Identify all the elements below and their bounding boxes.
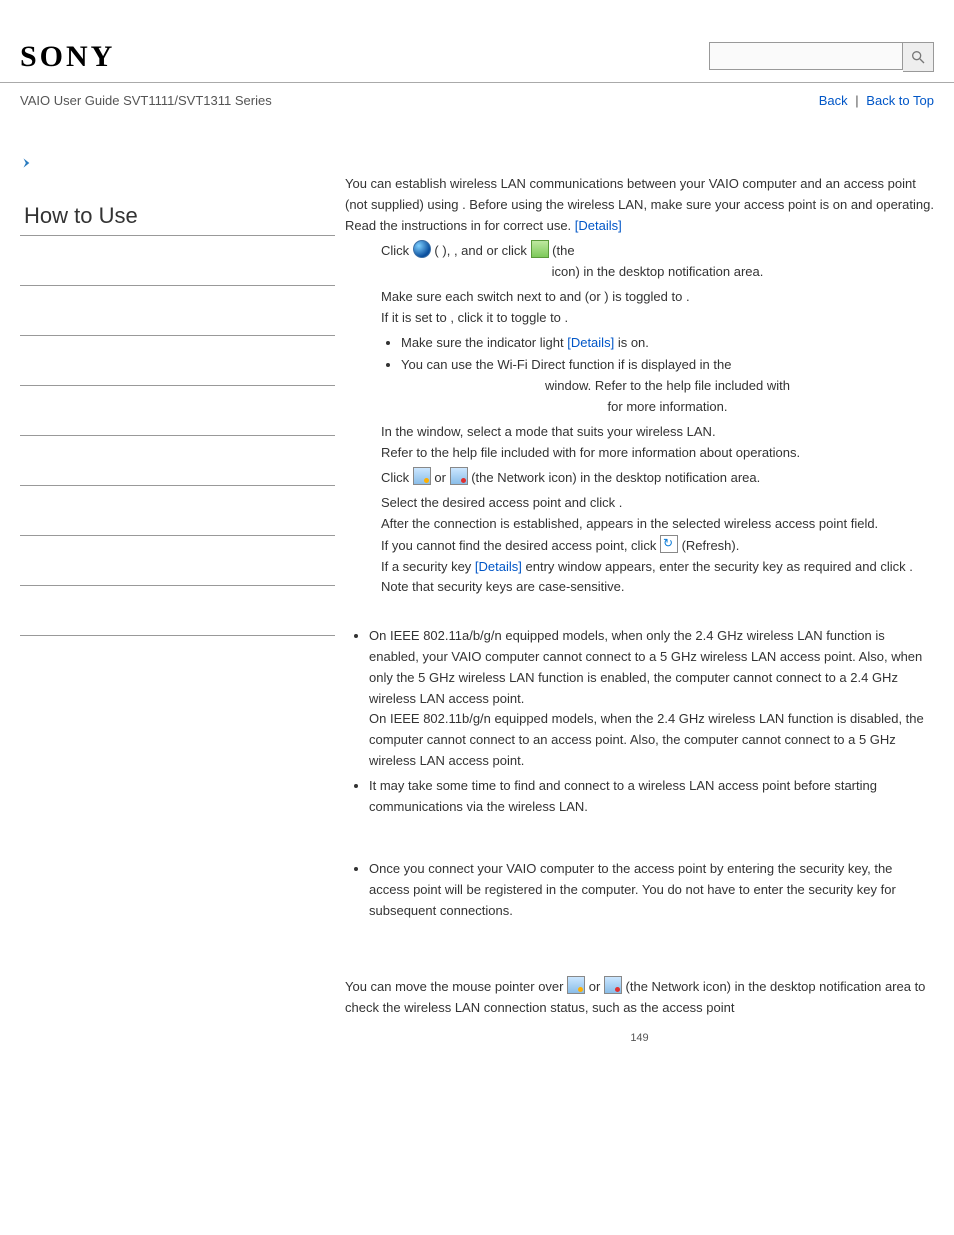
- smartconnect-icon: [531, 240, 549, 258]
- search-icon: [910, 49, 926, 65]
- text: .: [619, 495, 623, 510]
- details-link[interactable]: [Details]: [567, 335, 614, 350]
- details-link[interactable]: [Details]: [475, 559, 522, 574]
- text: appears in the selected wireless access …: [586, 516, 878, 531]
- text: You can move the mouse pointer over: [345, 979, 567, 994]
- text: for correct use.: [484, 218, 574, 233]
- text: Click: [381, 243, 413, 258]
- text: If you cannot find the desired access po…: [381, 538, 660, 553]
- nav-links: Back | Back to Top: [819, 93, 934, 108]
- text: If a security key: [381, 559, 475, 574]
- text: is displayed in the: [628, 357, 731, 372]
- text: (Refresh).: [682, 538, 740, 553]
- main-content: You can establish wireless LAN communica…: [335, 156, 934, 1048]
- sidebar-row[interactable]: [20, 586, 335, 636]
- text: ) is toggled to: [604, 289, 686, 304]
- text: .: [686, 289, 690, 304]
- sidebar-row[interactable]: [20, 536, 335, 586]
- sidebar-row[interactable]: [20, 386, 335, 436]
- text: window, select a mode that suits your wi…: [417, 424, 715, 439]
- sidebar-row[interactable]: [20, 336, 335, 386]
- sidebar-row[interactable]: [20, 486, 335, 536]
- text: Select the desired access point and clic…: [381, 495, 619, 510]
- back-link[interactable]: Back: [819, 93, 848, 108]
- back-to-top-link[interactable]: Back to Top: [866, 93, 934, 108]
- text: window. Refer to the help file included …: [545, 378, 790, 393]
- text: and: [559, 289, 584, 304]
- separator: |: [855, 93, 858, 108]
- network-disconnected-icon: [450, 467, 468, 485]
- text: It may take some time to find and connec…: [369, 778, 877, 814]
- text: ),: [442, 243, 454, 258]
- text: icon) in the desktop notification area.: [552, 264, 764, 279]
- text: On IEEE 802.11b/g/n equipped models, whe…: [369, 711, 924, 768]
- note-item: It may take some time to find and connec…: [369, 776, 934, 818]
- text: In the: [381, 424, 417, 439]
- text: for more information.: [608, 399, 728, 414]
- page-number: 149: [345, 1030, 934, 1048]
- text: (or: [585, 289, 605, 304]
- text: Make sure the: [401, 335, 487, 350]
- search-container: [709, 42, 934, 72]
- sidebar: How to Use: [20, 156, 335, 1048]
- text: .: [565, 310, 569, 325]
- network-disconnected-icon: [604, 976, 622, 994]
- text: (the Network icon) in the desktop notifi…: [471, 470, 760, 485]
- text: Refer to the help file included with: [381, 445, 580, 460]
- text: If it is set to: [381, 310, 450, 325]
- text: You can use the Wi-Fi Direct function if: [401, 357, 628, 372]
- text: . Before using the wireless LAN, make su…: [462, 197, 934, 212]
- sidebar-row[interactable]: [20, 436, 335, 486]
- refresh-icon: [660, 535, 678, 553]
- network-icon: [413, 467, 431, 485]
- text: is on.: [618, 335, 649, 350]
- text: On IEEE 802.11a/b/g/n equipped models, w…: [369, 628, 922, 705]
- logo: SONY: [20, 40, 115, 74]
- text: Read the instructions in: [345, 218, 484, 233]
- text: (the: [552, 243, 574, 258]
- note-item: On IEEE 802.11a/b/g/n equipped models, w…: [369, 626, 934, 772]
- text: Click: [381, 470, 413, 485]
- sidebar-row[interactable]: [20, 286, 335, 336]
- text: Make sure each switch next to: [381, 289, 559, 304]
- list-item: You can use the Wi-Fi Direct function if…: [401, 355, 934, 417]
- text: (: [434, 243, 438, 258]
- note-item: Once you connect your VAIO computer to t…: [369, 859, 934, 921]
- list-item: Make sure the indicator light [Details] …: [401, 333, 934, 354]
- text: After the connection is established,: [381, 516, 586, 531]
- text: or click: [486, 243, 530, 258]
- text: , and: [454, 243, 487, 258]
- chevron-icon: [20, 156, 335, 173]
- text: indicator light: [487, 335, 567, 350]
- text: , click it to toggle to: [450, 310, 564, 325]
- search-input[interactable]: [709, 42, 903, 70]
- guide-title: VAIO User Guide SVT1111/SVT1311 Series: [20, 93, 272, 108]
- text: entry window appears, enter the security…: [526, 559, 910, 574]
- sidebar-row[interactable]: [20, 235, 335, 286]
- sidebar-title: How to Use: [20, 203, 335, 229]
- text: or: [434, 470, 449, 485]
- search-button[interactable]: [903, 42, 934, 72]
- text: Once you connect your VAIO computer to t…: [369, 861, 896, 918]
- text: or: [589, 979, 604, 994]
- text: for more information about operations.: [580, 445, 800, 460]
- network-icon: [567, 976, 585, 994]
- start-orb-icon: [413, 240, 431, 258]
- details-link[interactable]: [Details]: [575, 218, 622, 233]
